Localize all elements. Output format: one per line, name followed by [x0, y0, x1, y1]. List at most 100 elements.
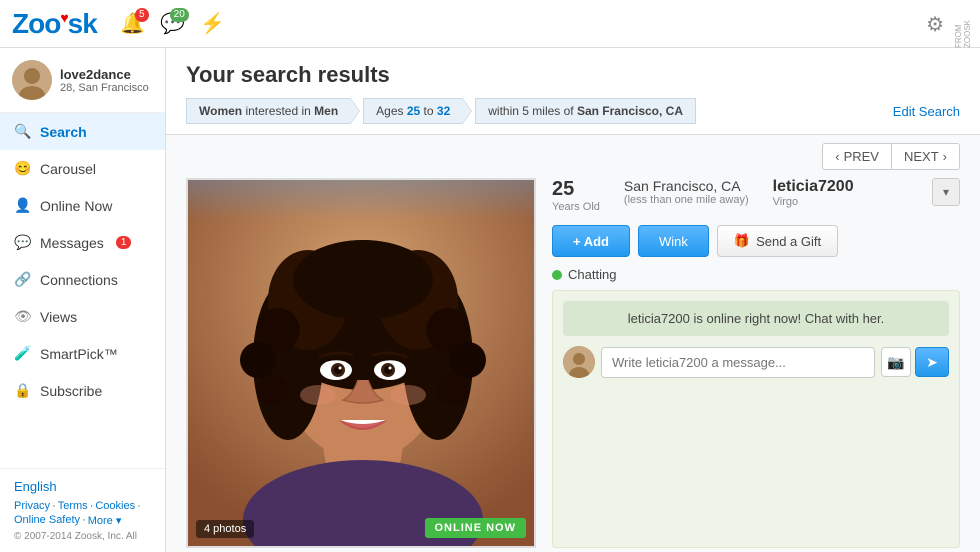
sidebar-item-online-label: Online Now [40, 198, 112, 214]
sidebar-footer: English Privacy · Terms · Cookies · Onli… [0, 468, 165, 552]
photo-icon: 📷 [887, 354, 904, 371]
messages-notif-icon[interactable]: 💬 20 [157, 8, 189, 40]
logo-text: Zoo♥sk [12, 8, 97, 40]
connections-icon: 🔗 [14, 271, 32, 288]
from-zoosk-label: FROM ZOOSK [954, 0, 972, 48]
sidebar-item-search-label: Search [40, 124, 87, 140]
privacy-link[interactable]: Privacy [14, 500, 50, 512]
location-value: San Francisco, CA [624, 178, 749, 194]
prev-arrow-icon: ‹ [835, 149, 839, 164]
main-layout: love2dance 28, San Francisco 🔍 Search 😊 … [0, 48, 980, 552]
sidebar-item-messages-label: Messages [40, 235, 104, 251]
subscribe-icon: 🔒 [14, 382, 32, 399]
views-icon: 👁 [14, 308, 32, 325]
chatting-label: Chatting [568, 267, 616, 282]
terms-link[interactable]: Terms [58, 500, 88, 512]
messages-badge: 20 [170, 8, 189, 22]
online-now-badge: ONLINE NOW [425, 518, 527, 538]
profile-photo[interactable]: 4 photos ONLINE NOW [186, 178, 536, 548]
sidebar-item-connections[interactable]: 🔗 Connections [0, 261, 165, 298]
sidebar-item-subscribe-label: Subscribe [40, 383, 102, 399]
age-value: 25 [552, 178, 600, 201]
criteria-arrow-inner-1 [350, 98, 359, 124]
chatting-status: Chatting [552, 267, 960, 282]
criteria-pill-age: Ages 25 to 32 [363, 98, 463, 124]
next-arrow-icon: › [943, 149, 947, 164]
wink-button[interactable]: Wink [638, 225, 709, 257]
profile-stats: 25 Years Old San Francisco, CA (less tha… [552, 178, 854, 213]
user-name: love2dance [60, 67, 149, 82]
photo-top-fade [188, 180, 534, 220]
sidebar-item-views[interactable]: 👁 Views [0, 298, 165, 335]
edit-search-link[interactable]: Edit Search [893, 104, 960, 119]
language-selector[interactable]: English [14, 479, 151, 494]
content-area: Your search results Women interested in … [166, 48, 980, 552]
sidebar-item-carousel[interactable]: 😊 Carousel [0, 150, 165, 187]
user-profile[interactable]: love2dance 28, San Francisco [0, 48, 165, 113]
sidebar-item-search[interactable]: 🔍 Search [0, 113, 165, 150]
chat-input-row: 📷 ➤ [563, 346, 949, 378]
smartpick-icon: 🧪 [14, 345, 32, 362]
cookies-link[interactable]: Cookies [95, 500, 135, 512]
logo[interactable]: Zoo♥sk [12, 8, 97, 40]
photos-count-badge: 4 photos [196, 520, 254, 538]
sidebar-item-carousel-label: Carousel [40, 161, 96, 177]
criteria-pill-gender: Women interested in Men [186, 98, 351, 124]
notifications-icon[interactable]: 🔔 5 [117, 8, 149, 40]
send-gift-button[interactable]: 🎁 Send a Gift [717, 225, 838, 257]
sidebar-item-views-label: Views [40, 309, 77, 325]
search-criteria: Women interested in Men Ages 25 to 32 wi… [186, 98, 960, 134]
settings-icon[interactable]: ⚙ [926, 12, 944, 37]
sidebar: love2dance 28, San Francisco 🔍 Search 😊 … [0, 48, 166, 552]
messages-count-badge: 1 [116, 236, 132, 249]
sidebar-item-subscribe[interactable]: 🔒 Subscribe [0, 372, 165, 409]
more-link[interactable]: More ▾ [88, 514, 122, 527]
app-header: Zoo♥sk 🔔 5 💬 20 ⚡ ⚙ FROM ZOOSK [0, 0, 980, 48]
avatar [12, 60, 52, 100]
pagination-bar: ‹ PREV NEXT › [166, 135, 980, 178]
gift-icon: 🎁 [734, 233, 750, 249]
send-message-button[interactable]: ➤ [915, 347, 949, 377]
prev-button[interactable]: ‹ PREV [822, 143, 891, 170]
online-indicator [552, 270, 562, 280]
result-area: 4 photos ONLINE NOW 25 Years Old San Fra… [166, 178, 980, 548]
zodiac-sign: Virgo [773, 196, 854, 208]
chat-send-buttons: 📷 ➤ [881, 347, 949, 377]
page-title: Your search results [186, 62, 960, 88]
notification-badge: 5 [135, 8, 149, 22]
chat-message-input[interactable] [601, 347, 875, 378]
lightning-icon: ⚡ [200, 11, 225, 36]
username-stat: leticia7200 Virgo [773, 178, 854, 213]
carousel-icon: 😊 [14, 160, 32, 177]
sidebar-item-messages[interactable]: 💬 Messages 1 [0, 224, 165, 261]
boost-icon[interactable]: ⚡ [197, 8, 229, 40]
footer-links: Privacy · Terms · Cookies · Online Safet… [14, 500, 151, 527]
nav-items: 🔍 Search 😊 Carousel 👤 Online Now 💬 Messa… [0, 113, 165, 468]
sidebar-item-connections-label: Connections [40, 272, 118, 288]
criteria-arrow-inner-2 [462, 98, 471, 124]
user-info: love2dance 28, San Francisco [60, 67, 149, 94]
sidebar-item-smartpick[interactable]: 🧪 SmartPick™ [0, 335, 165, 372]
next-button[interactable]: NEXT › [891, 143, 960, 170]
online-safety-link[interactable]: Online Safety [14, 514, 80, 527]
location-stat: San Francisco, CA (less than one mile aw… [624, 178, 749, 213]
search-icon: 🔍 [14, 123, 32, 140]
profile-photo-svg [188, 180, 536, 548]
age-label: Years Old [552, 201, 600, 213]
online-icon: 👤 [14, 197, 32, 214]
location-sub: (less than one mile away) [624, 194, 749, 206]
sidebar-item-online-now[interactable]: 👤 Online Now [0, 187, 165, 224]
media-attach-button[interactable]: 📷 [881, 347, 911, 377]
chat-avatar [563, 346, 595, 378]
action-buttons: + Add Wink 🎁 Send a Gift [552, 225, 960, 257]
send-arrow-icon: ➤ [926, 354, 938, 371]
chat-area: leticia7200 is online right now! Chat wi… [552, 290, 960, 548]
user-location: 28, San Francisco [60, 82, 149, 94]
chat-online-message: leticia7200 is online right now! Chat wi… [563, 301, 949, 336]
profile-top: 25 Years Old San Francisco, CA (less tha… [552, 178, 960, 213]
profile-dropdown-button[interactable]: ▾ [932, 178, 960, 206]
criteria-pill-location: within 5 miles of San Francisco, CA [475, 98, 696, 124]
add-button[interactable]: + Add [552, 225, 630, 257]
copyright: © 2007-2014 Zoosk, Inc. All [14, 531, 151, 542]
content-header: Your search results Women interested in … [166, 48, 980, 135]
